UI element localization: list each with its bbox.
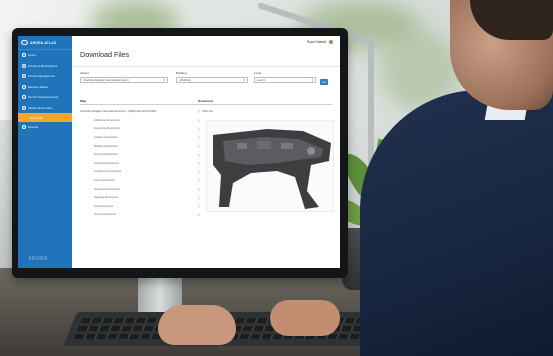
row-map-name: Footprint Zone/priors xyxy=(94,161,119,165)
building-filter: Building A Building ▾ xyxy=(176,71,248,83)
table-header: Map Download xyxy=(80,98,332,105)
floor-plan-map xyxy=(213,129,331,209)
level-label: Level xyxy=(254,71,262,75)
row-map-name: Additional Zone/priors xyxy=(94,118,121,122)
sidebar-item-label: Vendor Tracking Assets xyxy=(28,95,59,100)
building-select-value: A Building xyxy=(179,78,191,82)
files-icon xyxy=(22,105,26,110)
reports-icon xyxy=(22,125,26,130)
floor-plan-room xyxy=(257,141,271,149)
row-map-name: Assembly Zone/priors xyxy=(94,127,120,131)
filter-bar: Airport Charlotte Douglas International … xyxy=(80,71,332,91)
vendor-icon xyxy=(22,95,26,100)
airport-filter: Airport Charlotte Douglas International … xyxy=(80,71,168,83)
download-icon[interactable]: ⤓ xyxy=(198,118,200,122)
person-jacket xyxy=(360,90,553,356)
floor-plan-room xyxy=(307,147,315,155)
sidebar-subitem-download[interactable]: Download xyxy=(18,113,72,122)
download-icon[interactable]: ⤓ xyxy=(198,170,200,174)
chevron-down-icon: ▾ xyxy=(311,78,313,82)
activity-icon xyxy=(22,63,26,68)
download-icon[interactable]: ⤓ xyxy=(198,213,200,217)
person-hand xyxy=(270,300,340,336)
row-map-name: Building Zone/priors xyxy=(94,144,118,148)
column-header-map: Map xyxy=(80,99,87,103)
table-row: Charlotte Douglas International Airport … xyxy=(80,107,332,116)
airport-select-value: Charlotte Douglas International Airport xyxy=(83,78,129,82)
brand-name: ARORA ATLAS xyxy=(30,40,57,45)
sidebar-watermark: ARORA xyxy=(28,256,48,262)
divider xyxy=(72,66,340,67)
row-map-name: Fixtures Zone/priors xyxy=(94,153,118,157)
avatar[interactable] xyxy=(328,39,334,45)
sidebar-item-files[interactable]: Vacant Space Files xyxy=(18,103,72,114)
row-map-name: Landforms Zone/priors xyxy=(94,170,122,174)
sidebar: ARORA ATLAS Home Activity & Workstations… xyxy=(18,36,72,268)
person-hand xyxy=(158,305,236,345)
home-icon xyxy=(22,53,26,58)
floor-plan-room xyxy=(237,143,247,149)
download-icon[interactable]: ⤓ xyxy=(198,109,200,113)
sidebar-item-label: Manage Station xyxy=(28,84,49,89)
download-icon[interactable]: ⤓ xyxy=(198,178,200,182)
chevron-down-icon: ▾ xyxy=(163,78,165,82)
sidebar-item-label: Access Management xyxy=(28,74,55,79)
main-content: Ryan Gaskell Download Files Airport Char… xyxy=(72,36,340,268)
download-icon[interactable]: ⤓ xyxy=(198,135,200,139)
floor-plan-panel xyxy=(206,120,334,212)
airport-label: Airport xyxy=(80,71,89,75)
download-icon[interactable]: ⤓ xyxy=(198,144,200,148)
station-icon xyxy=(22,84,26,89)
logo-icon xyxy=(21,40,28,45)
building-select[interactable]: A Building ▾ xyxy=(176,77,248,83)
sidebar-item-label: Vacant Space Files xyxy=(28,105,53,110)
chevron-down-icon: ▾ xyxy=(243,78,245,82)
row-map-name: Aviation Zone/priors xyxy=(94,135,118,139)
column-header-download: Download xyxy=(198,99,213,103)
topbar: Ryan Gaskell xyxy=(72,36,340,48)
download-icon[interactable]: ⤓ xyxy=(198,196,200,200)
user-name[interactable]: Ryan Gaskell xyxy=(307,40,326,44)
row-map-name: Opening Zone/priors xyxy=(94,196,119,200)
level-filter: Level Level 1 ▾ xyxy=(254,71,316,83)
download-link[interactable]: DWG File xyxy=(202,110,213,113)
sidebar-item-reports[interactable]: Reports xyxy=(18,122,72,133)
sidebar-item-label: Activity & Workstations xyxy=(28,63,58,68)
download-icon[interactable]: ⤓ xyxy=(198,187,200,191)
download-icon[interactable]: ⤓ xyxy=(198,204,200,208)
sidebar-item-vendor[interactable]: Vendor Tracking Assets xyxy=(18,92,72,103)
access-icon xyxy=(22,74,26,79)
row-map-name: Occupant Zone/priors xyxy=(94,187,120,191)
sidebar-item-access[interactable]: Access Management xyxy=(18,71,72,82)
level-select-value: Level 1 xyxy=(257,78,266,82)
sidebar-subitem-label: Download xyxy=(30,115,43,120)
download-icon[interactable]: ⤓ xyxy=(198,127,200,131)
download-icon[interactable]: ⤓ xyxy=(198,161,200,165)
floor-plan-room xyxy=(281,143,293,149)
page-title: Download Files xyxy=(80,50,130,59)
row-map-name: Level Zone/priors xyxy=(94,178,115,182)
airport-select[interactable]: Charlotte Douglas International Airport … xyxy=(80,77,168,83)
app-logo[interactable]: ARORA ATLAS xyxy=(18,36,72,50)
download-icon[interactable]: ⤓ xyxy=(198,153,200,157)
level-select[interactable]: Level 1 ▾ xyxy=(254,77,316,83)
sidebar-item-label: Home xyxy=(28,53,36,58)
sidebar-item-home[interactable]: Home xyxy=(18,50,72,61)
sidebar-item-activity[interactable]: Activity & Workstations xyxy=(18,61,72,72)
row-map-name: Venue Zone/priors xyxy=(94,213,116,217)
row-map-name: Charlotte Douglas International Airport … xyxy=(80,109,157,113)
row-map-name: Unit Zone/priors xyxy=(94,204,114,208)
building-label: Building xyxy=(176,71,187,75)
screen: ARORA ATLAS Home Activity & Workstations… xyxy=(18,36,340,268)
sidebar-item-label: Reports xyxy=(28,125,39,130)
sidebar-item-station[interactable]: Manage Station xyxy=(18,82,72,93)
go-button[interactable]: Go xyxy=(320,79,328,85)
